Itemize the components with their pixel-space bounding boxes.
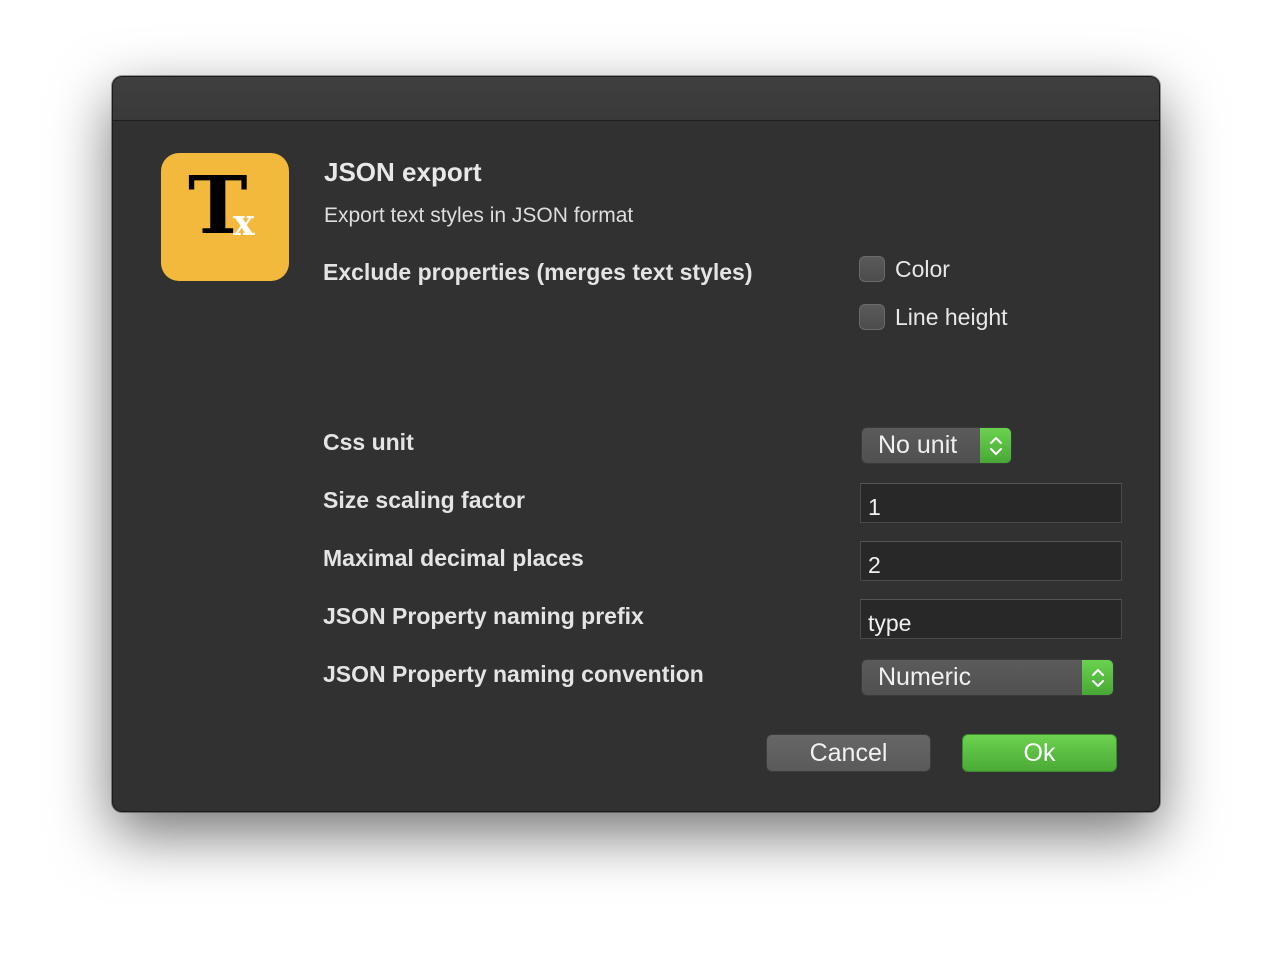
size-scaling-factor-label: Size scaling factor <box>323 487 525 513</box>
line-height-checkbox[interactable] <box>859 304 885 330</box>
dialog-subtitle: Export text styles in JSON format <box>324 204 634 227</box>
line-height-checkbox-label[interactable]: Line height <box>895 304 1008 331</box>
updown-arrows-icon <box>989 436 1002 455</box>
json-export-dialog: T x JSON export Export text styles in JS… <box>112 76 1160 812</box>
naming-prefix-label: JSON Property naming prefix <box>323 603 644 629</box>
css-unit-label: Css unit <box>323 429 414 455</box>
naming-convention-select[interactable]: Numeric <box>861 659 1114 696</box>
maximal-decimal-places-label: Maximal decimal places <box>323 545 584 571</box>
plugin-icon-letter-x: x <box>233 202 255 244</box>
css-unit-select-value: No unit <box>878 431 958 459</box>
line-height-checkbox-row[interactable]: Line height <box>859 302 1008 332</box>
color-checkbox[interactable] <box>859 256 885 282</box>
color-checkbox-row[interactable]: Color <box>859 254 950 284</box>
plugin-icon: T x <box>161 153 289 281</box>
naming-convention-chevron-updown-icon <box>1082 660 1113 695</box>
updown-arrows-icon <box>1091 668 1104 687</box>
dialog-title: JSON export <box>324 157 482 187</box>
naming-prefix-input[interactable] <box>860 599 1122 639</box>
naming-convention-label: JSON Property naming convention <box>323 661 704 687</box>
maximal-decimal-places-input[interactable] <box>860 541 1122 581</box>
exclude-properties-label: Exclude properties (merges text styles) <box>323 259 753 285</box>
cancel-button[interactable]: Cancel <box>766 734 931 772</box>
css-unit-select[interactable]: No unit <box>861 427 1012 464</box>
title-bar[interactable] <box>113 77 1159 121</box>
css-unit-chevron-updown-icon <box>980 428 1011 463</box>
size-scaling-factor-input[interactable] <box>860 483 1122 523</box>
naming-convention-select-value: Numeric <box>878 663 972 691</box>
color-checkbox-label[interactable]: Color <box>895 256 950 283</box>
ok-button[interactable]: Ok <box>962 734 1117 772</box>
